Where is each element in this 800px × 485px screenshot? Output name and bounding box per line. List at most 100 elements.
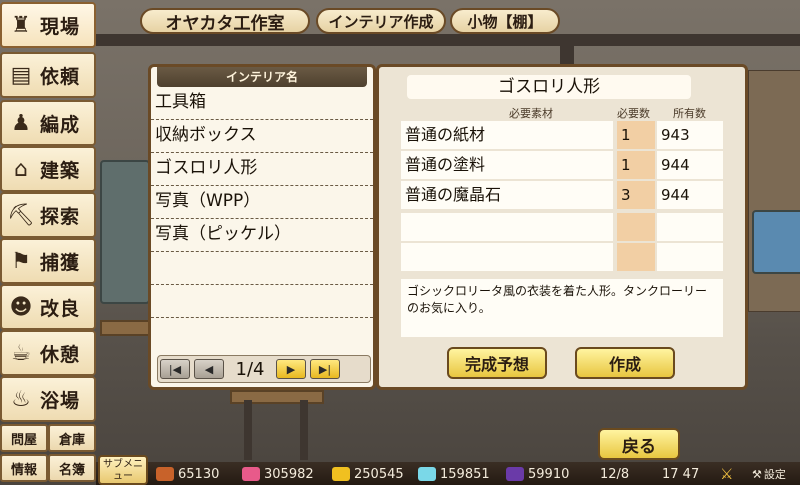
menu-yokujo-button[interactable]: ♨ 浴場	[0, 376, 96, 422]
item-description: ゴシックロリータ風の衣装を着た人形。タンクローリーのお気に入り。	[401, 279, 723, 337]
material-name: 普通の紙材	[401, 121, 613, 149]
need-column-header: 必要数	[617, 107, 650, 120]
material-have	[657, 213, 723, 241]
workshop-title: オヤカタ工作室	[140, 8, 310, 34]
resource-item: 65130	[156, 464, 219, 484]
last-page-button[interactable]: ▶|	[310, 359, 340, 379]
gold-icon	[332, 467, 350, 481]
skip-forward-icon: ▶|	[318, 362, 332, 376]
main-menu: ♜ 現場 ▤ 依頼 ♟ 編成 ⌂ 建築 ⛏ 探索 ⚑ 捕獲 ☻ 改良 ☕ 休憩 …	[0, 0, 96, 485]
list-header: インテリア名	[157, 67, 367, 87]
material-have: 944	[657, 151, 723, 179]
crystal-icon	[418, 467, 436, 481]
material-name: 普通の塗料	[401, 151, 613, 179]
resource-item: 159851	[418, 464, 490, 484]
next-page-button[interactable]: ▶	[276, 359, 306, 379]
list-item[interactable]	[151, 318, 373, 351]
menu-hensei-button[interactable]: ♟ 編成	[0, 100, 96, 146]
menu-irai-button[interactable]: ▤ 依頼	[0, 52, 96, 98]
create-button[interactable]: 作成	[575, 347, 675, 379]
interior-list-panel: インテリア名 工具箱 収納ボックス ゴスロリ人形 写真（WPP） 写真（ピッケル…	[148, 64, 376, 390]
prev-page-button[interactable]: ◀	[194, 359, 224, 379]
material-need: 1	[617, 151, 655, 179]
storage-button[interactable]: 倉庫	[48, 424, 96, 452]
item-detail-panel: ゴスロリ人形 必要素材 必要数 所有数 普通の紙材 1 943 普通の塗料 1 …	[376, 64, 748, 390]
material-column-header: 必要素材	[509, 107, 553, 120]
category-title: 小物【棚】	[450, 8, 560, 34]
material-have	[657, 243, 723, 271]
menu-label: 編成	[40, 113, 81, 136]
first-page-button[interactable]: |◀	[160, 359, 190, 379]
resource-value: 59910	[528, 466, 570, 482]
menu-kairyo-button[interactable]: ☻ 改良	[0, 284, 96, 330]
resource-value: 65130	[178, 466, 220, 482]
material-have: 943	[657, 121, 723, 149]
resource-value: 250545	[354, 466, 404, 482]
page-indicator: 1/4	[235, 358, 265, 380]
wholesale-button[interactable]: 問屋	[0, 424, 48, 452]
boot-icon: ⛏	[7, 202, 35, 228]
bath-icon: ♨	[11, 386, 31, 412]
list-item-selected[interactable]: ゴスロリ人形	[151, 153, 373, 186]
back-button[interactable]: 戻る	[598, 428, 680, 460]
tower-icon: ♜	[11, 12, 31, 38]
list-pager: |◀ ◀ 1/4 ▶ ▶|	[157, 355, 371, 383]
hammer-icon: ⚒	[752, 467, 762, 481]
menu-tansaku-button[interactable]: ⛏ 探索	[0, 192, 96, 238]
resource-item: 305982	[242, 464, 314, 484]
material-need	[617, 213, 655, 241]
net-icon: ⚑	[11, 248, 31, 274]
settings-button[interactable]: ⚒ 設定	[752, 464, 786, 484]
material-row	[401, 243, 725, 271]
menu-label: 改良	[40, 297, 81, 320]
sub-menu-button[interactable]: サブメニュー	[98, 455, 148, 485]
menu-genba-button[interactable]: ♜ 現場	[0, 2, 96, 48]
resource-value: 159851	[440, 466, 490, 482]
mode-title: インテリア作成	[316, 8, 446, 34]
menu-label: 現場	[40, 15, 81, 38]
list-item[interactable]: 工具箱	[151, 87, 373, 120]
arrow-left-icon: ◀	[204, 362, 214, 376]
menu-label: 浴場	[40, 389, 81, 412]
time-display: 17 47	[662, 466, 700, 482]
menu-label: 依頼	[40, 65, 81, 88]
resource-value: 305982	[264, 466, 314, 482]
build-icon: ⌂	[14, 156, 28, 182]
menu-label: 休憩	[40, 343, 81, 366]
cup-icon: ☕	[11, 340, 31, 366]
settings-label: 設定	[763, 468, 786, 481]
list-item[interactable]	[151, 285, 373, 318]
item-name: ゴスロリ人形	[407, 75, 691, 99]
material-name	[401, 213, 613, 241]
list-item[interactable]	[151, 252, 373, 285]
material-name	[401, 243, 613, 271]
list-item[interactable]: 写真（WPP）	[151, 186, 373, 219]
material-name: 普通の魔晶石	[401, 181, 613, 209]
date-display: 12/8	[600, 466, 630, 482]
list-item[interactable]: 収納ボックス	[151, 120, 373, 153]
menu-kenchiku-button[interactable]: ⌂ 建築	[0, 146, 96, 192]
material-row: 普通の紙材 1 943	[401, 121, 725, 149]
notice-icon: ▤	[10, 62, 32, 88]
material-row: 普通の魔晶石 3 944	[401, 181, 725, 209]
menu-kyukei-button[interactable]: ☕ 休憩	[0, 330, 96, 376]
worker-icon: ☻	[9, 294, 33, 320]
have-column-header: 所有数	[673, 107, 706, 120]
preview-button[interactable]: 完成予想	[447, 347, 547, 379]
list-item[interactable]: 写真（ピッケル）	[151, 219, 373, 252]
material-row: 普通の塗料 1 944	[401, 151, 725, 179]
material-need: 1	[617, 121, 655, 149]
menu-label: 探索	[40, 205, 81, 228]
resource-item: 250545	[332, 464, 404, 484]
menu-hokaku-button[interactable]: ⚑ 捕獲	[0, 238, 96, 284]
material-row	[401, 213, 725, 241]
info-button[interactable]: 情報	[0, 454, 48, 482]
meat-icon	[156, 467, 174, 481]
swords-icon[interactable]: ⚔	[720, 464, 733, 484]
menu-label: 建築	[40, 159, 81, 182]
skip-back-icon: |◀	[168, 362, 182, 376]
roster-button[interactable]: 名簿	[48, 454, 96, 482]
hat-icon	[506, 467, 524, 481]
arrow-right-icon: ▶	[286, 362, 296, 376]
resource-bar: 65130 305982 250545 159851 59910 12/8 17…	[96, 462, 800, 485]
